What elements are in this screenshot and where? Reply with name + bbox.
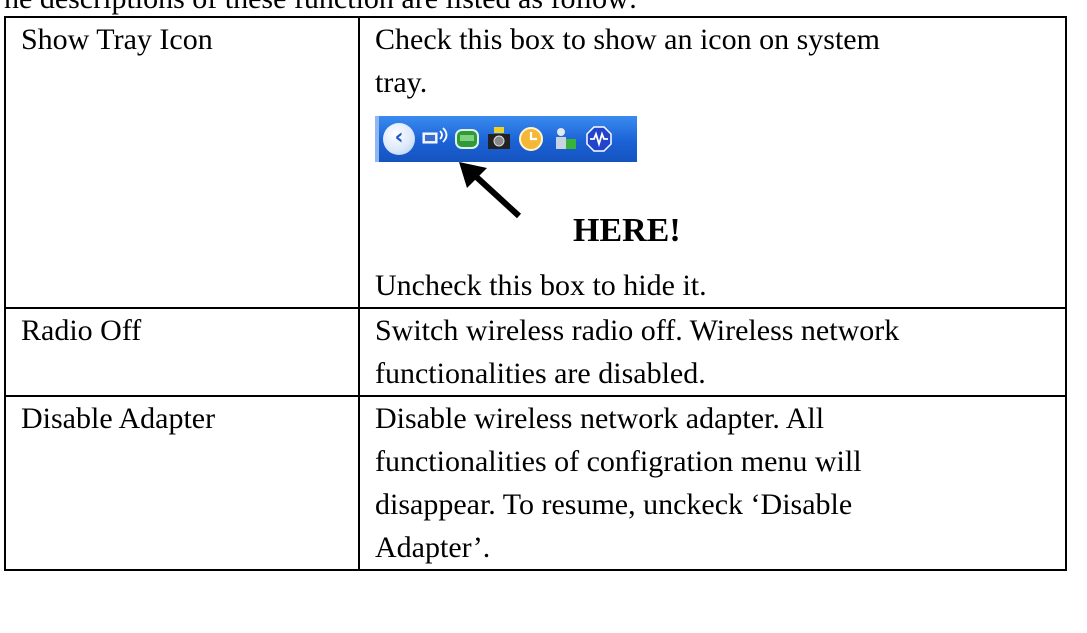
- table-row: Radio Off Switch wireless radio off. Wir…: [4, 307, 1067, 397]
- tray-illustration: ‹ HERE!: [375, 104, 1065, 264]
- wireless-utility-icon: [455, 129, 479, 149]
- description-line: Uncheck this box to hide it.: [375, 269, 707, 302]
- function-name: Disable Adapter: [4, 395, 360, 571]
- system-tray: ‹: [375, 116, 637, 162]
- function-table: Show Tray Icon Check this box to show an…: [4, 16, 1067, 571]
- pointer-arrow-icon: [459, 162, 522, 219]
- audio-wave-icon: [586, 126, 612, 152]
- user-status-icon: [556, 128, 576, 149]
- intro-text: he descriptions of these function are li…: [4, 0, 637, 17]
- description-line: functionalities of configration menu wil…: [375, 445, 862, 478]
- function-name: Show Tray Icon: [4, 16, 360, 309]
- description-line: functionalities are disabled.: [375, 357, 706, 390]
- table-row: Show Tray Icon Check this box to show an…: [4, 16, 1067, 309]
- function-description: Switch wireless radio off. Wireless netw…: [358, 307, 1067, 397]
- description-line: Adapter’.: [375, 531, 491, 564]
- network-connection-icon: [422, 127, 448, 144]
- function-description: Check this box to show an icon on system…: [358, 16, 1067, 309]
- taskbar-chevron-icon: ‹: [383, 123, 415, 155]
- here-callout: HERE!: [573, 212, 681, 249]
- clock-icon: [519, 127, 543, 151]
- table-row: Disable Adapter Disable wireless network…: [4, 395, 1067, 571]
- function-description: Disable wireless network adapter. All fu…: [358, 395, 1067, 571]
- function-name: Radio Off: [4, 307, 360, 397]
- description-line: Check this box to show an icon on system: [375, 23, 880, 56]
- description-line: Disable wireless network adapter. All: [375, 402, 825, 435]
- description-line: Switch wireless radio off. Wireless netw…: [375, 314, 900, 347]
- description-line: disappear. To resume, unckeck ‘Disable: [375, 488, 853, 521]
- description-line: tray.: [375, 66, 428, 99]
- camera-icon: [488, 127, 510, 149]
